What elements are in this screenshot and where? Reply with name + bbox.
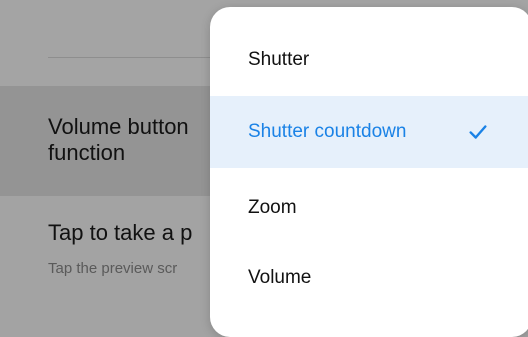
menu-option-shutter-countdown[interactable]: Shutter countdown: [210, 96, 528, 168]
volume-button-function-title: Volume button function: [48, 114, 189, 165]
check-icon: [469, 125, 487, 139]
menu-option-volume[interactable]: Volume: [210, 242, 528, 314]
menu-option-zoom[interactable]: Zoom: [210, 172, 528, 244]
volume-button-function-menu: Shutter Shutter countdown Zoom Volume: [210, 7, 528, 337]
menu-option-label: Shutter: [248, 49, 310, 70]
menu-option-label: Volume: [248, 267, 312, 288]
tap-to-take-photo-subtitle: Tap the preview scr: [48, 260, 178, 277]
menu-option-label: Shutter countdown: [248, 121, 407, 142]
tap-to-take-photo-title: Tap to take a p: [48, 220, 193, 245]
menu-option-shutter[interactable]: Shutter: [210, 24, 528, 96]
menu-option-label: Zoom: [248, 197, 297, 218]
